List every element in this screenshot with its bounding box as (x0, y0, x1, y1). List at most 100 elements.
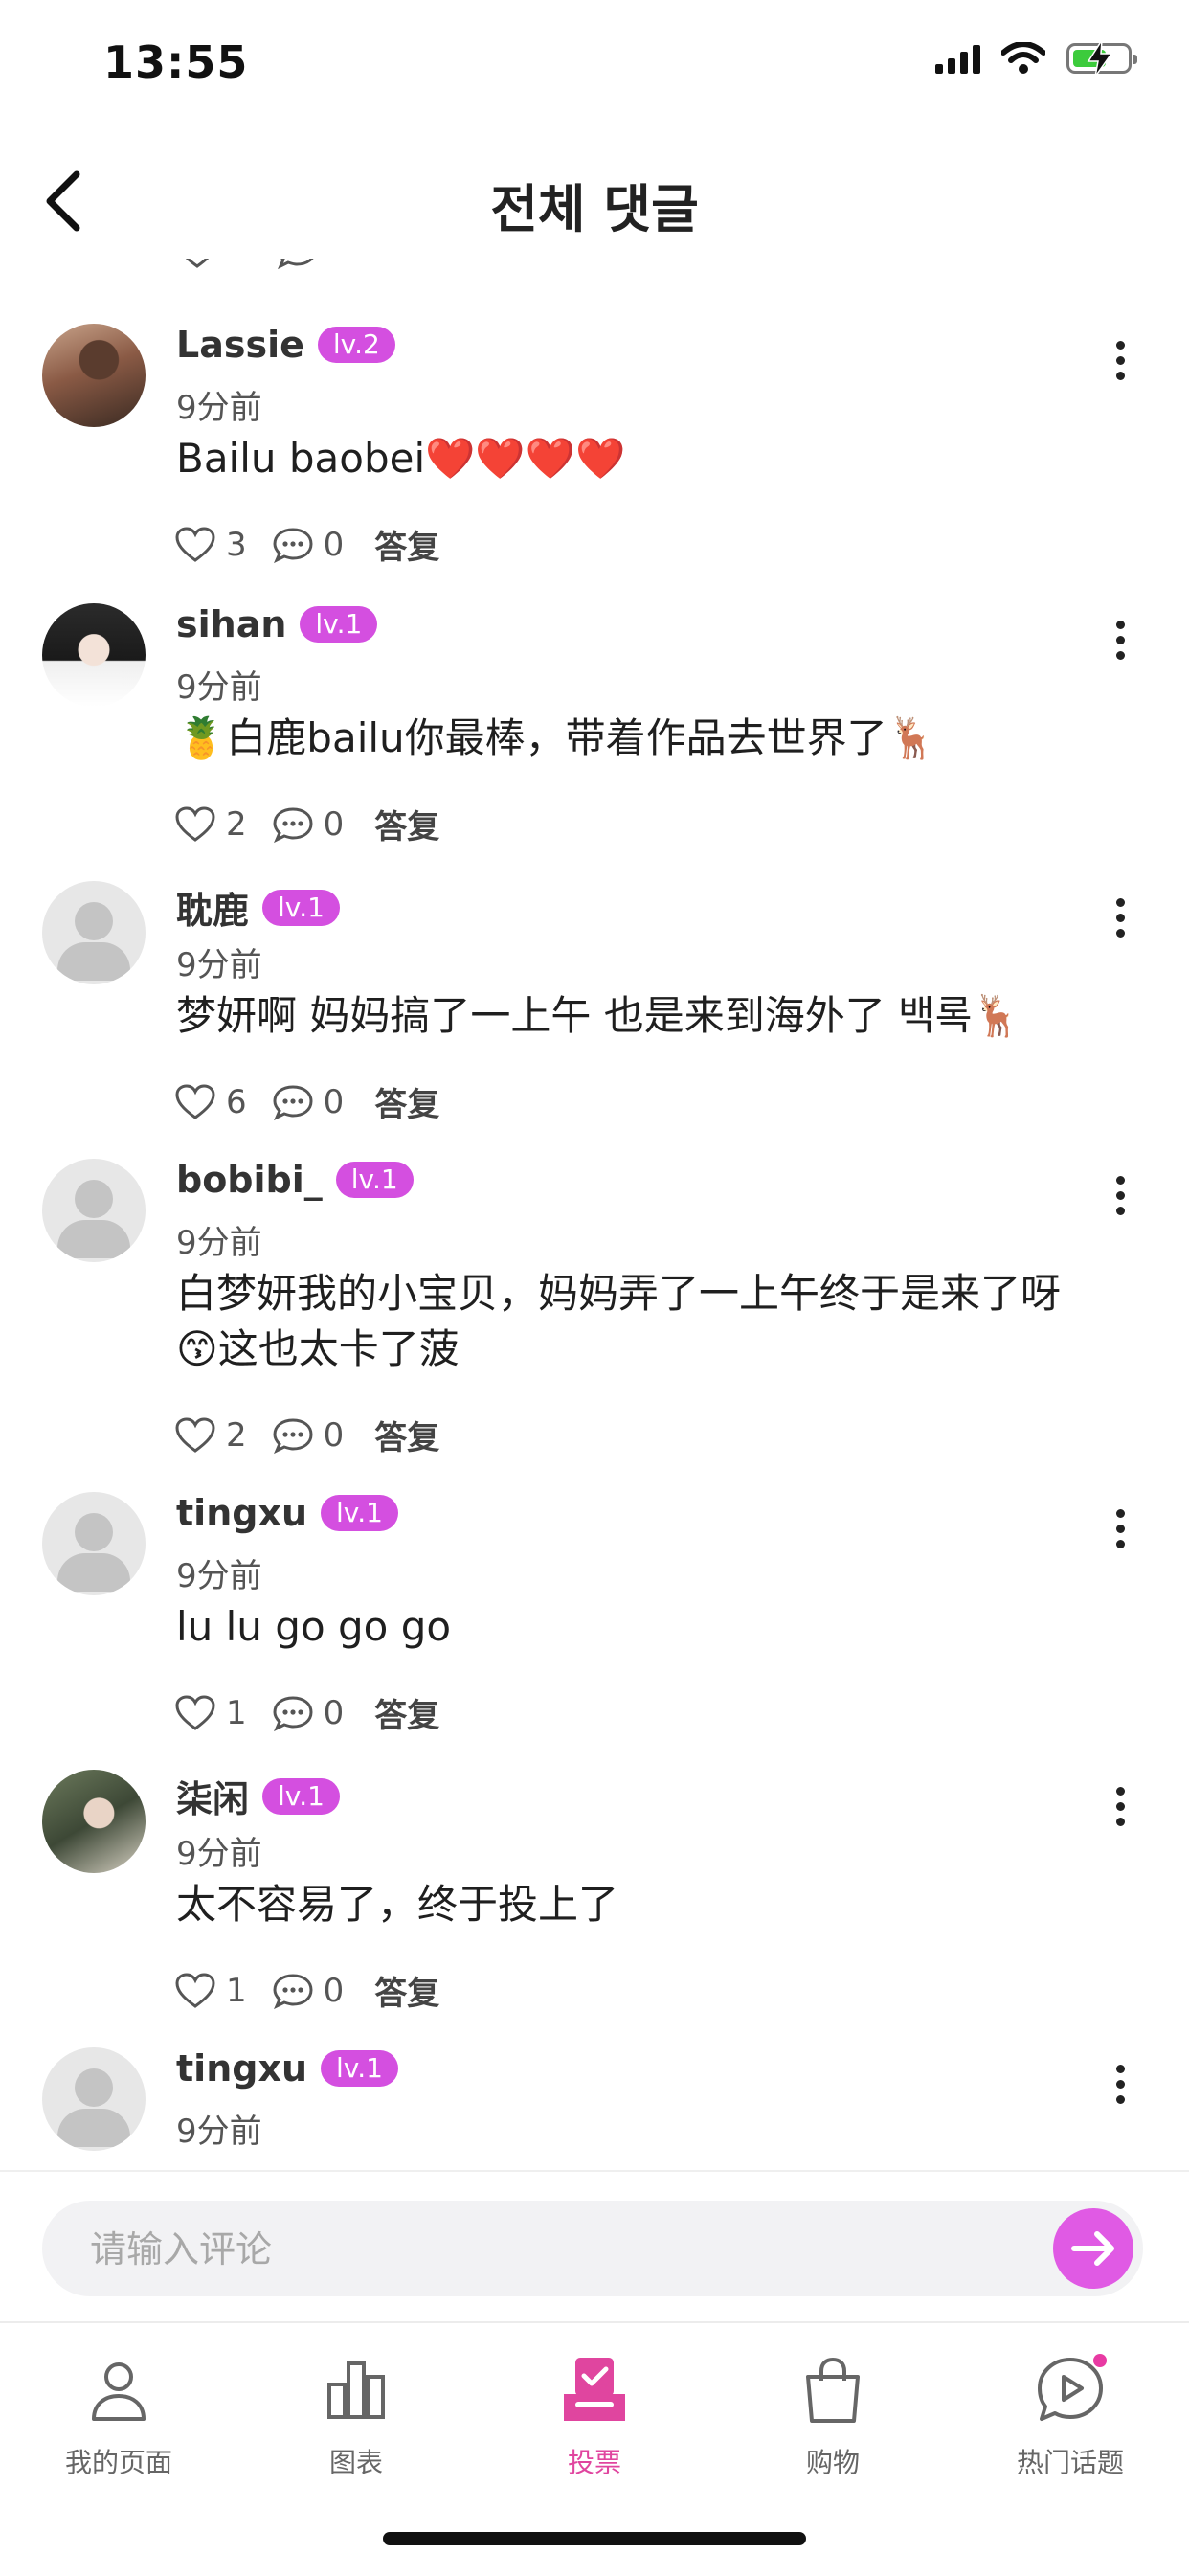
comment-time: 9分前 (176, 1557, 262, 1595)
comment-actions: 6 0 答复 (174, 1078, 439, 1125)
level-badge: lv.1 (335, 1162, 414, 1198)
home-indicator (383, 2532, 806, 2545)
reply-count: 0 (323, 804, 345, 844)
tab-label: 热门话题 (1016, 2447, 1124, 2478)
like-count: 2 (226, 804, 247, 844)
username[interactable]: tingxu (176, 2047, 307, 2090)
username[interactable]: bobibi_ (176, 1159, 323, 1201)
comment-text: Bailu baobei❤️❤️❤️❤️ (176, 435, 626, 482)
like-button[interactable]: 1 (174, 1972, 247, 2010)
more-options-button[interactable] (1101, 2055, 1139, 2113)
level-badge: lv.2 (317, 327, 395, 363)
avatar[interactable] (42, 324, 146, 427)
comment-actions: 3 0 答复 (174, 521, 439, 568)
comment-input[interactable] (88, 2201, 1030, 2298)
comment-item: tingxu lv.1 9分前 lu lu go go go 1 0 答复 (0, 1492, 1189, 1751)
bar-chart-icon (318, 2352, 394, 2429)
more-options-button[interactable] (1101, 1500, 1139, 1557)
reply-count: 0 (323, 1693, 345, 1732)
arrow-right-icon (1071, 2231, 1114, 2266)
comment-time: 9分前 (176, 2113, 262, 2151)
comment-input-box (42, 2201, 1143, 2298)
tab-chart[interactable]: 图表 (260, 2352, 452, 2480)
play-bubble-icon (1032, 2352, 1109, 2429)
avatar[interactable] (42, 603, 146, 707)
comment-time: 9分前 (176, 668, 262, 707)
reply-button[interactable]: 答复 (374, 1412, 439, 1458)
more-options-button[interactable] (1101, 331, 1139, 389)
tab-label: 购物 (805, 2447, 860, 2478)
header: 전체 댓글 (0, 144, 1189, 259)
username[interactable]: 耽鹿 (176, 881, 249, 934)
comment-item: bobibi_ lv.1 9分前 白梦妍我的小宝贝，妈妈弄了一上午终于是来了呀😙… (0, 1159, 1189, 1475)
reply-count-button[interactable]: 0 (272, 804, 345, 844)
avatar[interactable] (42, 1492, 146, 1595)
level-badge: lv.1 (262, 889, 340, 926)
partial-action-row (176, 259, 318, 270)
reply-button[interactable]: 答复 (374, 1078, 439, 1125)
tab-label: 投票 (567, 2447, 621, 2478)
like-count: 2 (226, 1415, 247, 1455)
reply-count-button[interactable]: 0 (272, 1082, 345, 1121)
comment-list[interactable]: Lassie lv.2 9分前 Bailu baobei❤️❤️❤️❤️ 3 0… (0, 259, 1189, 2170)
like-button[interactable]: 6 (174, 1083, 247, 1121)
username[interactable]: Lassie (176, 324, 304, 366)
reply-button[interactable]: 答复 (374, 521, 439, 568)
like-button[interactable]: 1 (174, 1694, 247, 1732)
reply-count: 0 (323, 1082, 345, 1121)
username[interactable]: 柒闲 (176, 1770, 249, 1822)
comment-item: sihan lv.1 9分前 🍍白鹿bailu你最棒，带着作品去世界了🦌 2 0… (0, 603, 1189, 862)
avatar[interactable] (42, 2047, 146, 2151)
username[interactable]: sihan (176, 603, 286, 645)
comment-item: 耽鹿 lv.1 9分前 梦妍啊 妈妈搞了一上午 也是来到海外了 백록🦌 6 0 … (0, 881, 1189, 1140)
comment-text: lu lu go go go (176, 1603, 452, 1650)
comment-text: 白梦妍我的小宝贝，妈妈弄了一上午终于是来了呀😙这也太卡了菠 (176, 1270, 1062, 1372)
more-options-button[interactable] (1101, 1166, 1139, 1224)
status-time: 13:55 (103, 36, 249, 88)
comment-bubble-icon (273, 806, 313, 843)
status-icons (935, 40, 1137, 77)
username[interactable]: tingxu (176, 1492, 307, 1534)
reply-count-button[interactable]: 0 (272, 1972, 344, 2010)
more-options-button[interactable] (1101, 611, 1139, 668)
reply-count-button[interactable]: 0 (272, 1693, 345, 1732)
comment-input-bar (0, 2170, 1189, 2321)
tab-hot-topics[interactable]: 热门话题 (975, 2352, 1166, 2480)
comment-bubble-icon (273, 1417, 313, 1454)
more-options-button[interactable] (1101, 1777, 1139, 1835)
like-button[interactable]: 2 (174, 1416, 247, 1455)
vote-box-icon (556, 2352, 633, 2429)
like-button[interactable]: 2 (174, 805, 247, 844)
comment-item: 柒闲 lv.1 9分前 太不容易了，终于投上了 1 0 答复 (0, 1770, 1189, 2028)
like-count: 1 (226, 1693, 247, 1732)
heart-icon (175, 1416, 215, 1453)
status-bar: 13:55 (0, 0, 1189, 134)
send-button[interactable] (1053, 2208, 1133, 2289)
comment-bubble-icon (273, 1695, 313, 1731)
like-count: 1 (226, 1971, 247, 2010)
notification-dot (1093, 2354, 1107, 2367)
reply-button[interactable]: 答复 (374, 1967, 439, 2014)
comment-actions: 1 0 答复 (174, 1967, 439, 2014)
reply-button[interactable]: 答复 (374, 1689, 439, 1736)
avatar[interactable] (42, 1159, 146, 1262)
avatar[interactable] (42, 881, 146, 984)
like-count: 6 (226, 1082, 247, 1121)
avatar[interactable] (42, 1770, 146, 1873)
tab-shopping[interactable]: 购物 (737, 2352, 929, 2480)
tab-vote[interactable]: 投票 (499, 2352, 690, 2480)
shopping-bag-icon (795, 2352, 871, 2429)
reply-count-button[interactable]: 0 (272, 526, 344, 564)
wifi-icon (1001, 42, 1045, 74)
more-options-button[interactable] (1101, 889, 1139, 946)
comment-time: 9分前 (176, 389, 262, 427)
reply-count-button[interactable]: 0 (272, 1416, 344, 1455)
heart-icon (175, 1083, 215, 1119)
reply-button[interactable]: 答复 (374, 801, 439, 847)
like-button[interactable]: 3 (174, 526, 247, 564)
tab-label: 我的页面 (64, 2447, 172, 2478)
tab-my-page[interactable]: 我的页面 (23, 2352, 214, 2480)
heart-icon (185, 259, 210, 268)
level-badge: lv.1 (262, 1777, 340, 1815)
comment-actions: 2 0 答复 (174, 1412, 439, 1458)
